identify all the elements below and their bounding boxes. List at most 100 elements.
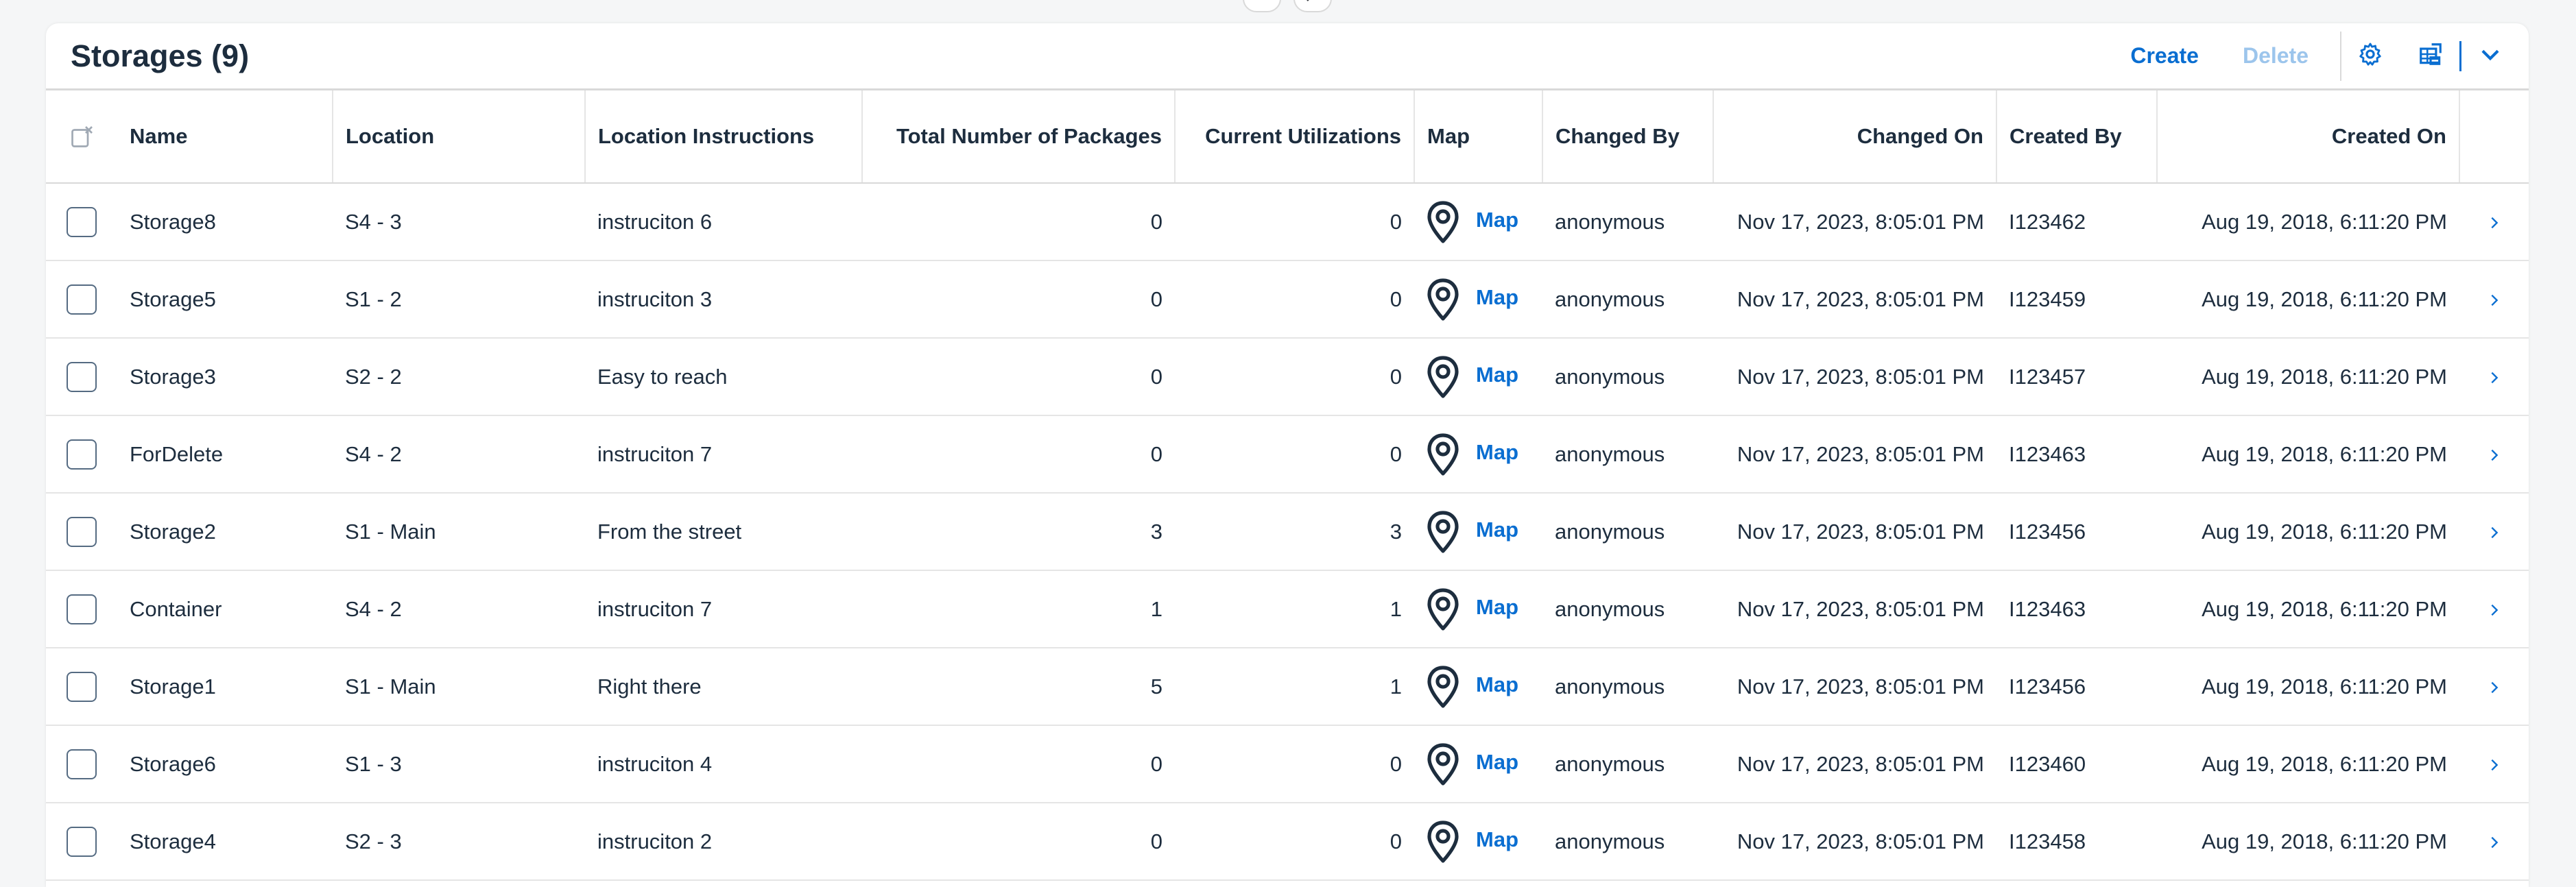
row-navigation-cell[interactable] [2459,415,2529,493]
map-link[interactable]: Map [1476,285,1518,310]
map-link[interactable]: Map [1476,827,1518,852]
row-navigation-cell[interactable] [2459,648,2529,725]
map-link[interactable]: Map [1476,750,1518,775]
row-navigation-cell[interactable] [2459,183,2529,260]
column-header-location-instructions[interactable]: Location Instructions [585,90,863,184]
cell-current-utilizations: 3 [1390,519,1402,544]
row-navigation-cell[interactable] [2459,725,2529,803]
row-navigation-cell[interactable] [2459,493,2529,570]
cell-created-on: Aug 19, 2018, 6:11:20 PM [2202,519,2447,544]
chevron-right-icon[interactable] [2487,365,2502,389]
cell-location-instructions: instruciton 6 [597,209,713,234]
export-menu-button[interactable] [2475,41,2505,71]
column-header-location[interactable]: Location [333,90,586,184]
delete-button[interactable]: Delete [2221,43,2330,69]
table-row[interactable]: Storage3 S2 - 2 Easy to reach 0 0 Map anonymou… [46,338,2529,415]
cell-changed-by: anonymous [1555,519,1665,544]
column-header-changed-on[interactable]: Changed On [1713,90,1997,184]
table-row[interactable]: Storage8 S4 - 3 instruciton 6 0 0 Map anonymou… [46,183,2529,260]
column-header-created-on[interactable]: Created On [2157,90,2460,184]
row-navigation-cell[interactable] [2459,260,2529,338]
cell-name: Storage6 [130,751,216,776]
row-navigation-cell[interactable] [2459,803,2529,880]
row-checkbox[interactable] [67,439,97,470]
column-header-map[interactable]: Map [1414,90,1543,184]
table-row[interactable]: Storage5 S1 - 2 instruciton 3 0 0 Map anonymou… [46,260,2529,338]
cell-created-by: I123459 [2009,287,2086,311]
chevron-right-icon[interactable] [2487,675,2502,698]
column-header-created-by[interactable]: Created By [1996,90,2158,184]
clear-selection-icon[interactable] [69,123,94,147]
table-header-row: Name Location Location Instructions Tota… [46,90,2529,184]
cell-location: S1 - 3 [345,751,402,776]
column-header-changed-by[interactable]: Changed By [1542,90,1714,184]
column-header-total-packages[interactable]: Total Number of Packages [862,90,1176,184]
cell-changed-on: Nov 17, 2023, 8:05:01 PM [1737,829,1984,853]
row-select-cell [46,338,117,415]
chevron-right-icon[interactable] [2487,752,2502,776]
row-checkbox[interactable] [67,206,97,237]
export-menu-separator [2459,40,2461,71]
cell-location-instructions: Easy to reach [597,364,728,389]
cell-map: Map [1414,415,1542,493]
cell-current-utilizations: 0 [1390,209,1402,234]
cell-location: S2 - 3 [345,829,402,853]
map-link[interactable]: Map [1476,208,1518,232]
cell-changed-on: Nov 17, 2023, 8:05:01 PM [1737,364,1984,389]
create-button[interactable]: Create [2108,43,2221,69]
cell-changed-by: anonymous [1555,364,1665,389]
cell-location: S1 - Main [345,674,436,698]
column-header-navigation [2459,90,2529,184]
settings-button[interactable] [2355,41,2385,71]
cell-changed-by: anonymous [1555,441,1665,466]
column-header-current-utilizations[interactable]: Current Utilizations [1175,90,1415,184]
row-checkbox[interactable] [67,516,97,547]
map-link[interactable]: Map [1476,440,1518,465]
row-navigation-cell[interactable] [2459,338,2529,415]
row-select-cell [46,803,117,880]
map-wrap: Map [1425,510,1530,554]
row-select-cell [46,570,117,648]
chevron-right-icon[interactable] [2487,520,2502,544]
row-navigation-cell[interactable] [2459,570,2529,648]
map-link[interactable]: Map [1476,518,1518,542]
cell-map: Map [1414,725,1542,803]
cell-changed-by: anonymous [1555,209,1665,234]
chevron-right-icon[interactable] [2487,210,2502,234]
map-link[interactable]: Map [1476,363,1518,387]
table-row[interactable]: Storage2 S1 - Main From the street 3 3 Map ano… [46,493,2529,570]
row-checkbox[interactable] [67,361,97,392]
map-link[interactable]: Map [1476,595,1518,620]
row-checkbox[interactable] [67,826,97,857]
cell-location: S4 - 2 [345,441,402,466]
toolbar-actions: Create Delete [2108,23,2529,88]
row-checkbox[interactable] [67,284,97,315]
table-row[interactable]: ForDelete S4 - 2 instruciton 7 0 0 Map anonymo… [46,415,2529,493]
table-row[interactable]: Container S4 - 2 instruciton 7 1 1 Map anonymo… [46,570,2529,648]
cell-total-packages: 0 [1150,441,1162,466]
chevron-right-icon[interactable] [2487,287,2502,311]
cell-map: Map [1414,803,1542,880]
row-checkbox[interactable] [67,594,97,624]
export-button[interactable] [2416,41,2446,71]
cell-changed-on: Nov 17, 2023, 8:05:01 PM [1737,751,1984,776]
collapse-header-button[interactable] [1243,0,1281,12]
map-link[interactable]: Map [1476,672,1518,697]
column-header-name[interactable]: Name [117,90,333,184]
header-toggles [1243,0,1332,12]
cell-current-utilizations: 0 [1390,829,1402,853]
row-checkbox[interactable] [67,671,97,702]
cell-created-on: Aug 19, 2018, 6:11:20 PM [2202,829,2447,853]
table-row[interactable]: Storage1 S1 - Main Right there 5 1 Map anonymo… [46,648,2529,725]
cell-location-instructions: instruciton 4 [597,751,713,776]
table-row[interactable]: Storage4 S2 - 3 instruciton 2 0 0 Map anonymou… [46,803,2529,880]
pin-header-button[interactable] [1293,0,1332,12]
toolbar-separator [2340,31,2341,81]
chevron-right-icon[interactable] [2487,442,2502,466]
chevron-right-icon[interactable] [2487,829,2502,853]
row-checkbox[interactable] [67,749,97,779]
map-wrap: Map [1425,355,1530,399]
table-row[interactable]: Storage6 S1 - 3 instruciton 4 0 0 Map anonymou… [46,725,2529,803]
select-all-header[interactable] [46,90,117,184]
chevron-right-icon[interactable] [2487,597,2502,621]
